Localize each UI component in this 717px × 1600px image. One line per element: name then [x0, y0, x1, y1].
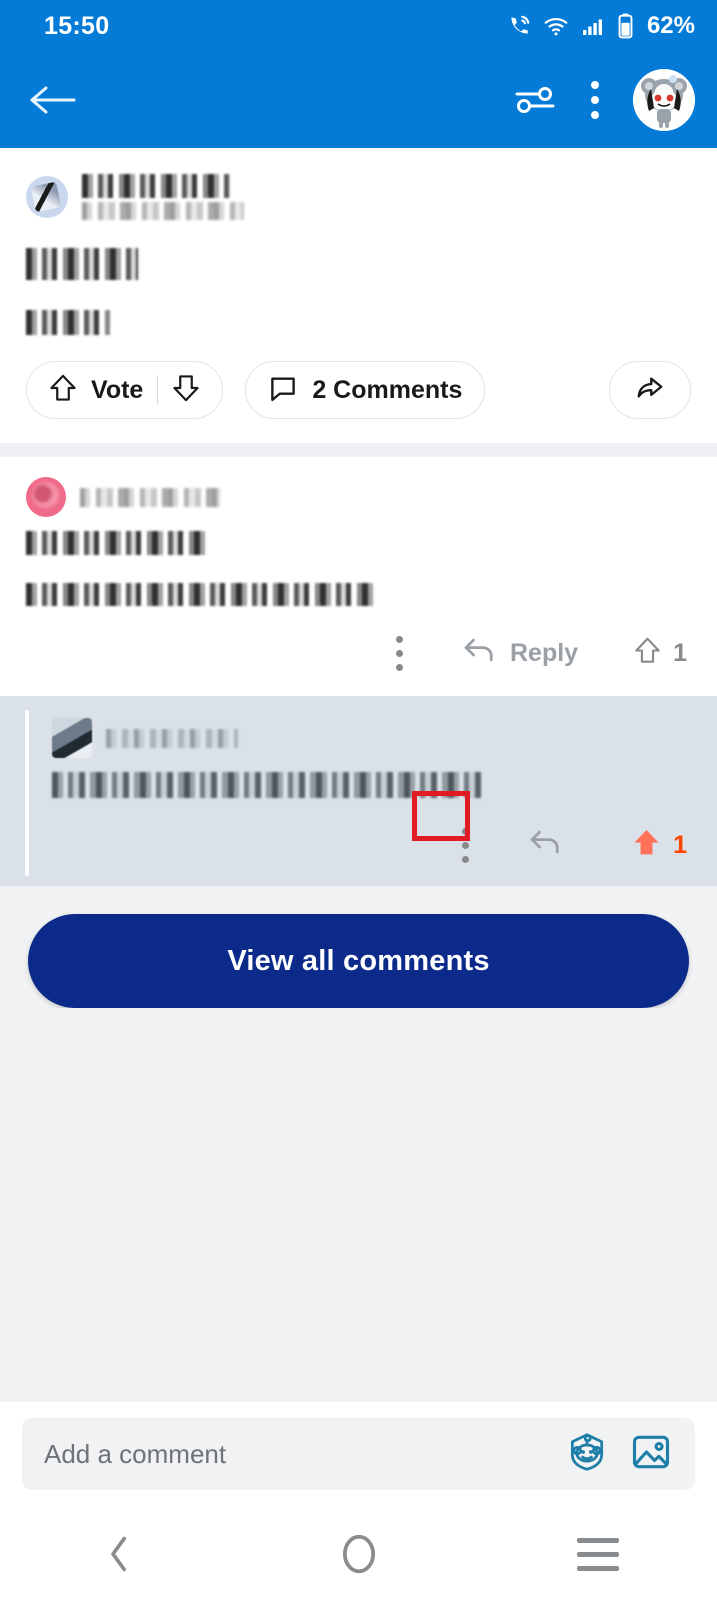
status-bar: 15:50 62% [0, 0, 717, 52]
nav-recents-button[interactable] [528, 1508, 668, 1600]
comment-text-line-1 [26, 531, 691, 555]
profile-avatar[interactable] [633, 69, 695, 131]
back-button[interactable] [26, 80, 78, 120]
app-bar [0, 52, 717, 148]
commenter-name [80, 487, 220, 507]
battery-percent-label: 62% [646, 12, 695, 39]
status-clock: 15:50 [44, 11, 110, 40]
upvote-icon [634, 636, 661, 670]
comment-action-bar: Reply 1 [26, 606, 691, 684]
call-waves-icon [506, 13, 532, 39]
snoo-avatar-icon[interactable] [565, 1430, 609, 1479]
share-button[interactable] [609, 361, 691, 419]
app-bar-actions [513, 69, 695, 131]
add-comment-placeholder: Add a comment [44, 1438, 227, 1469]
recents-icon [576, 1537, 619, 1571]
comment-vote-count: 1 [673, 830, 687, 859]
upvote-icon[interactable] [49, 373, 77, 408]
post-meta-line [82, 202, 244, 220]
battery-icon [617, 13, 634, 39]
comment-upvote-button[interactable]: 1 [592, 827, 691, 863]
post-header[interactable] [26, 174, 691, 220]
post-title [26, 248, 691, 280]
subreddit-meta [82, 174, 244, 220]
subreddit-name [82, 174, 230, 198]
commenter-name [106, 728, 238, 748]
comment-text-line-2 [26, 583, 691, 606]
downvote-icon[interactable] [172, 373, 200, 408]
upvote-icon-filled [632, 827, 661, 863]
comment-upvote-button[interactable]: 1 [594, 636, 691, 670]
status-icon-group: 62% [506, 12, 695, 40]
comment-vote-count: 1 [673, 638, 687, 667]
comment-header [52, 718, 691, 758]
android-nav-bar [0, 1508, 717, 1600]
post-body [26, 310, 691, 335]
view-all-comments-button[interactable]: View all comments [28, 914, 689, 1008]
comment-action-bar: 1 [52, 798, 691, 876]
comment-overflow-menu[interactable] [364, 626, 434, 680]
comment-reply-button[interactable] [500, 828, 592, 863]
wifi-icon [543, 13, 569, 39]
comment-text-line-1 [52, 772, 691, 798]
comment-composer: Add a comment [0, 1402, 717, 1508]
post-card[interactable]: Vote 2 Comments [0, 148, 717, 443]
app-screen: 15:50 62% Vote 2 Comments Reply 1 1 View… [0, 0, 717, 1600]
comments-count-label: 2 Comments [312, 375, 463, 404]
image-attach-icon[interactable] [629, 1430, 673, 1479]
comment-item[interactable]: Reply 1 [0, 457, 717, 696]
add-comment-field[interactable]: Add a comment [22, 1418, 695, 1490]
overflow-menu-icon[interactable] [583, 75, 607, 125]
reply-arrow-icon [462, 636, 496, 671]
view-all-comments-container: View all comments [0, 886, 717, 1008]
empty-space [0, 1008, 717, 1402]
comment-item-highlighted[interactable]: 1 [0, 696, 717, 886]
comment-reply-button[interactable]: Reply [434, 636, 594, 671]
vote-divider [157, 375, 159, 405]
commenter-avatar [26, 477, 66, 517]
nav-home-button[interactable] [289, 1508, 429, 1600]
vote-pill[interactable]: Vote [26, 361, 224, 419]
cellular-signal-icon [580, 14, 606, 38]
subreddit-avatar [26, 176, 68, 218]
comment-overflow-menu[interactable] [430, 818, 500, 872]
nav-back-button[interactable] [50, 1508, 190, 1600]
comment-header [26, 477, 691, 517]
vote-label: Vote [91, 375, 144, 404]
reply-label: Reply [510, 638, 579, 667]
commenter-avatar [52, 718, 92, 758]
post-action-bar: Vote 2 Comments [26, 335, 691, 443]
section-divider [0, 443, 717, 457]
reply-arrow-icon [528, 828, 562, 863]
sort-filter-icon[interactable] [513, 82, 557, 118]
comment-bubble-icon [268, 373, 298, 408]
share-icon [634, 373, 666, 408]
comments-pill[interactable]: 2 Comments [245, 361, 486, 419]
